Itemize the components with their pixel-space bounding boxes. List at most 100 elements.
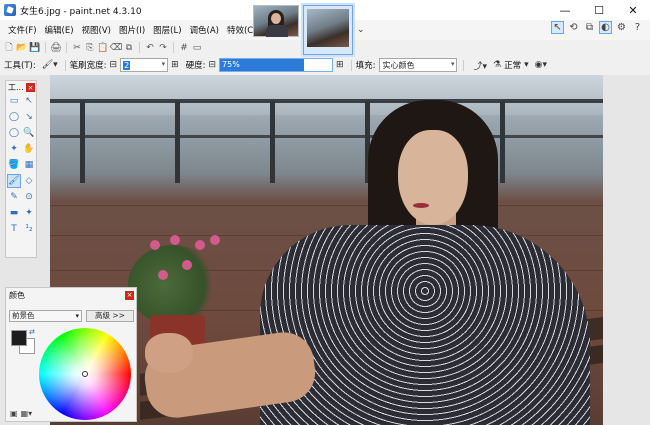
chevron-down-icon: ▾	[450, 60, 455, 68]
copy-icon[interactable]: ⎘	[85, 43, 95, 53]
grid-icon[interactable]: #	[179, 43, 189, 53]
open-folder-icon[interactable]: 📂	[16, 43, 27, 53]
pan-hand-icon[interactable]: ✋	[22, 142, 36, 156]
swap-colors-icon[interactable]: ⇄	[29, 328, 35, 336]
text-icon[interactable]: T	[7, 222, 21, 236]
close-icon[interactable]: ×	[125, 290, 134, 300]
print-icon[interactable]: 🖨	[50, 43, 61, 53]
hardness-value: 75%	[222, 60, 240, 69]
magic-wand-icon[interactable]: ✦	[7, 142, 21, 156]
zoom-icon[interactable]: 🔍	[22, 126, 36, 140]
toolbar-divider	[139, 42, 140, 53]
main-toolbar: 🗋 📂 💾 🖨 ✂ ⎘ 📋 ⌫ ⧉ ↶ ↷ # ▭	[0, 40, 260, 55]
redo-icon[interactable]: ↷	[158, 43, 168, 53]
ellipse-select-icon[interactable]: ◯	[7, 126, 21, 140]
deselect-icon[interactable]: ⧉	[124, 43, 134, 53]
gradient-icon[interactable]: ▦	[22, 158, 36, 172]
brush-width-value: 2	[123, 60, 131, 70]
ruler-icon[interactable]: ▭	[192, 43, 202, 53]
colors-panel: 颜色 × 前景色 ▾ 高级 >> ⇄ ▣ ▦▾	[5, 287, 137, 422]
brush-width-decrease-icon[interactable]: ⊟	[110, 60, 118, 70]
move-selected-icon[interactable]: ↖	[22, 94, 36, 108]
toolbar-divider	[66, 42, 67, 53]
window-title: 女生6.jpg - paint.net 4.3.10	[20, 6, 142, 17]
paintbrush-tool-icon[interactable]: 🖌▾	[42, 60, 58, 70]
menu-adjustments[interactable]: 调色(A)	[186, 24, 223, 36]
image-thumbnail[interactable]	[253, 5, 299, 37]
paint-bucket-icon[interactable]: 🪣	[7, 158, 21, 172]
menu-view[interactable]: 视图(V)	[78, 24, 115, 36]
hardness-slider[interactable]: 75%	[219, 58, 334, 72]
fill-label: 填充:	[355, 61, 376, 71]
window-controls: — ☐ ✕	[548, 0, 650, 20]
blend-mode-value[interactable]: 正常	[504, 59, 521, 71]
color-picker-icon[interactable]: ⊙	[22, 190, 36, 204]
close-icon[interactable]: ×	[26, 83, 35, 92]
primary-select-value: 前景色	[12, 311, 35, 320]
paintbrush-icon[interactable]: 🖌	[7, 174, 21, 188]
selection-mode-icon[interactable]: ◉▾	[535, 60, 547, 70]
tools-window-toggle-icon[interactable]: ↖	[551, 21, 564, 34]
pencil-icon[interactable]: ✎	[7, 190, 21, 204]
new-file-icon[interactable]: 🗋	[4, 43, 14, 53]
colors-panel-title: 颜色	[9, 290, 25, 300]
cut-icon[interactable]: ✂	[72, 43, 82, 53]
toolbar-divider	[173, 42, 174, 53]
menu-file[interactable]: 文件(F)	[4, 24, 41, 36]
window-toggles: ↖ ⟲ ⧉ ◐ ⚙ ?	[551, 21, 644, 34]
antialiasing-icon[interactable]: ⤴▾	[473, 59, 487, 72]
settings-gear-icon[interactable]: ⚙	[615, 21, 628, 34]
history-window-toggle-icon[interactable]: ⟲	[567, 21, 580, 34]
tool-options-bar: 工具(T): 🖌▾ 笔刷宽度: ⊟ 2 ▾ ⊞ 硬度: ⊟ 75% ⊞ 填充: …	[0, 55, 650, 75]
maximize-button[interactable]: ☐	[582, 0, 616, 20]
colors-panel-controls: 前景色 ▾ 高级 >>	[9, 310, 134, 322]
clone-stamp-icon[interactable]: ▬	[7, 206, 21, 220]
chevron-down-icon[interactable]: ▾	[524, 60, 529, 70]
tools-panel-header: 工... ×	[6, 81, 36, 94]
hardness-decrease-icon[interactable]: ⊟	[209, 60, 217, 70]
hardness-label: 硬度:	[185, 61, 206, 71]
line-curve-icon[interactable]: ¹₂	[22, 222, 36, 236]
tool-label: 工具(T):	[4, 61, 36, 71]
help-icon[interactable]: ?	[631, 21, 644, 34]
blend-mode-icon[interactable]: ⚗	[493, 60, 501, 70]
palette-reset-icon[interactable]: ▣	[10, 409, 18, 418]
lasso-select-icon[interactable]: ◯	[7, 110, 21, 124]
paintnet-app-icon	[4, 4, 16, 16]
minimize-button[interactable]: —	[548, 0, 582, 20]
save-icon[interactable]: 💾	[29, 43, 40, 53]
brush-width-increase-icon[interactable]: ⊞	[171, 60, 179, 70]
paste-icon[interactable]: 📋	[97, 43, 108, 53]
palette-controls: ▣ ▦▾	[10, 409, 32, 418]
brush-width-input[interactable]: 2 ▾	[120, 58, 169, 72]
hardness-increase-icon[interactable]: ⊞	[336, 60, 344, 70]
colors-window-toggle-icon[interactable]: ◐	[599, 21, 612, 34]
move-selection-icon[interactable]: ↘	[22, 110, 36, 124]
image-tabs: ⌄	[253, 5, 365, 55]
color-wheel-cursor[interactable]	[82, 371, 88, 377]
palette-menu-icon[interactable]: ▦▾	[21, 409, 33, 418]
menu-edit[interactable]: 编辑(E)	[41, 24, 78, 36]
recolor-icon[interactable]: ✦	[22, 206, 36, 220]
fill-mode-value: 实心颜色	[382, 60, 415, 70]
undo-icon[interactable]: ↶	[145, 43, 155, 53]
tools-panel-title: 工...	[8, 83, 24, 92]
fill-mode-select[interactable]: 实心颜色 ▾	[379, 58, 458, 72]
menu-layers[interactable]: 图层(L)	[149, 24, 185, 36]
tools-grid: ▭ ↖ ◯ ↘ ◯ 🔍 ✦ ✋ 🪣 ▦ 🖌 ◇ ✎ ⊙ ▬ ✦ T ¹₂	[6, 94, 36, 238]
more-images-chevron-icon[interactable]: ⌄	[357, 25, 365, 35]
image-thumbnail-active[interactable]	[303, 5, 353, 55]
toolbar-divider	[45, 42, 46, 53]
primary-secondary-select[interactable]: 前景色 ▾	[9, 310, 82, 322]
menu-image[interactable]: 图片(I)	[115, 24, 149, 36]
tools-panel: 工... × ▭ ↖ ◯ ↘ ◯ 🔍 ✦ ✋ 🪣 ▦ 🖌 ◇ ✎ ⊙ ▬ ✦ T…	[5, 80, 37, 258]
eraser-icon[interactable]: ◇	[22, 174, 36, 188]
chevron-down-icon: ▾	[75, 312, 79, 320]
primary-color-swatch[interactable]	[11, 330, 27, 346]
close-button[interactable]: ✕	[616, 0, 650, 20]
rectangle-select-icon[interactable]: ▭	[7, 94, 21, 108]
crop-icon[interactable]: ⌫	[110, 43, 123, 53]
layers-window-toggle-icon[interactable]: ⧉	[583, 21, 596, 34]
advanced-button[interactable]: 高级 >>	[86, 310, 134, 322]
colors-panel-header: 颜色 ×	[6, 288, 136, 302]
